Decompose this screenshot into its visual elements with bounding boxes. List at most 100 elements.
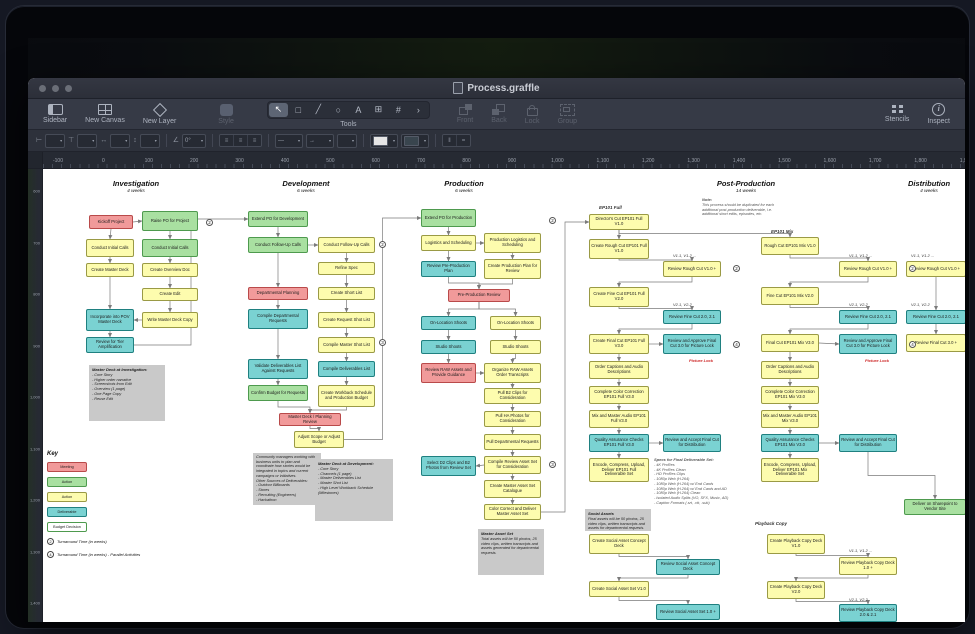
toolbar-sidebar-button[interactable]: Sidebar [34,99,76,129]
bold-button[interactable]: ‖ [443,135,457,146]
flow-node-overview[interactable]: Create Overview Doc [142,263,198,277]
flow-node-pullb2[interactable]: Pull B2 Clips for Consideration [484,388,541,404]
toolbar-group-button[interactable]: Group [549,99,586,129]
line-tool-button[interactable]: ╱ [309,103,328,117]
flow-node-captmix[interactable]: Order Captions and Audio Descriptions [761,361,819,379]
flow-node-finemix[interactable]: Fine Cut EP101 Mix V2.0 [761,287,819,305]
flow-node-audiofull[interactable]: Mix and Master Audio EP101 Full V3.0 [589,410,649,428]
flow-node-fu2[interactable]: Conduct Follow-Up Calls [318,237,375,253]
flow-node-logistics[interactable]: Logistics and Scheduling [421,235,476,251]
flow-node-compdept[interactable]: Compile Departmental Requests [248,309,308,329]
flow-node-deckreview[interactable]: Master Deck / Planning Review [279,413,341,426]
text-tool-button[interactable]: A [349,103,368,117]
flow-node-confbudget[interactable]: Confirm Budget for Requests [248,385,308,401]
height-stepper[interactable]: ▾ [140,134,160,148]
toolbar-new-canvas-button[interactable]: New Canvas [76,99,134,129]
flow-node-orgraw[interactable]: Organize RAW Assets Order Transcripts [484,363,541,383]
flow-node-finefull[interactable]: Create Fine Cut EP101 Full V2.0 [589,287,649,307]
flow-node-deptplan[interactable]: Departmental Planning [248,287,308,300]
flow-node-raisepo[interactable]: Raise PO for Project [142,211,198,231]
minimize-button[interactable] [52,85,59,92]
flow-node-pbdeck2[interactable]: Create Playback Copy Deck V2.0 [767,581,825,599]
flow-node-colorfull[interactable]: Complete Color Correction EP101 Full V3.… [589,386,649,404]
arrowhead-dropdown[interactable]: →▾ [306,134,334,148]
flow-node-adjust[interactable]: Adjust Scope or Adjust Budget [294,431,344,448]
fill-color-well[interactable]: ▾ [370,134,398,148]
window-titlebar[interactable]: Process.graffle [28,78,965,99]
flow-node-copy[interactable]: Write Master Deck Copy [142,312,198,328]
flow-node-pbrev1[interactable]: Review Playback Copy Deck 1.0 + [839,557,897,575]
flow-node-prodplan[interactable]: Create Production Plan for Review [484,259,541,279]
flow-node-validate[interactable]: Validate Deliverables List Against Reque… [248,359,308,379]
flow-node-onloc2[interactable]: On-Location Shoots [490,316,541,330]
align-center-button[interactable]: ≡ [234,135,248,146]
flow-node-dircut[interactable]: Director's Cut EP101 Full V1.0 [589,214,649,230]
stroke-color-well[interactable]: ▾ [401,134,429,148]
more-tools-button[interactable]: › [409,103,428,117]
flow-node-accdistmix[interactable]: Review and Accept Final Cut for Distribu… [839,434,897,452]
flow-node-revraw[interactable]: Review RAW Assets and Provide Guidance [421,363,476,383]
flow-node-select[interactable]: Select D2 Clips and B2 Photos from Revie… [421,456,476,476]
align-right-button[interactable]: ≡ [248,135,261,146]
flow-node-edit[interactable]: Create Edit [142,288,198,301]
flow-node-socconcept[interactable]: Create Social Asset Concept Deck [589,534,649,554]
flow-node-socrevset[interactable]: Review Social Asset Set 1.0 + [656,604,720,620]
artboard-tool-button[interactable]: ⊞ [369,103,388,117]
width-stepper[interactable]: ▾ [110,134,130,148]
flow-node-compdeliv[interactable]: Compile Deliverables List [318,361,375,377]
toolbar-style-button[interactable]: Style [209,99,243,129]
flow-node-appfinalmix[interactable]: Review and Approve Final Cut 3.0 for Pic… [839,334,897,354]
flow-node-studio1[interactable]: Studio Shoots [421,340,476,354]
flow-node-audiomix[interactable]: Mix and Master Audio EP101 Mix V3.0 [761,410,819,428]
flow-node-sharepoint[interactable]: Deliver on Sharepoint to Vendor Site [904,499,965,515]
flow-node-mastershot[interactable]: Compile Master Shot List [318,337,375,353]
flow-node-studio2[interactable]: Studio Shoots [490,340,541,354]
toolbar-lock-button[interactable]: Lock [516,99,549,129]
flow-node-shortlist[interactable]: Create Short List [318,287,375,300]
close-button[interactable] [39,85,46,92]
ruler-v[interactable]: 6007008009001,0001,1001,2001,3001,400 [28,169,43,622]
flow-node-revfinefull[interactable]: Review Fine Cut 2.0, 2.1 [663,310,721,324]
flow-node-revroughfull[interactable]: Review Rough Cut V1.0 + [663,261,721,277]
flow-node-finalfull[interactable]: Create Final Cut EP101 Full V3.0 [589,334,649,354]
flow-node-captfull[interactable]: Order Captions and Audio Descriptions [589,361,649,379]
flow-node-prodlog[interactable]: Production Logistics and Scheduling [484,233,541,253]
flow-node-pbrev2[interactable]: Review Playback Copy Deck 2.0 & 2.1 [839,604,897,622]
flow-node-onloc1[interactable]: On-Location Shoots [421,316,476,330]
flow-node-socset[interactable]: Create Social Asset Set V1.0 [589,581,649,597]
flow-node-accdistfull[interactable]: Review and Accept Final Cut for Distribu… [663,434,721,452]
toolbar-inspect-button[interactable]: Inspect [918,99,959,129]
y-position-stepper[interactable]: ▾ [77,134,97,148]
rotation-field[interactable]: 0°▾ [182,134,206,148]
toolbar-stencils-button[interactable]: Stencils [876,99,919,129]
stroke-width-dropdown[interactable]: ▾ [337,134,357,148]
flow-node-extpoprod[interactable]: Extend PO for Production [421,209,476,227]
flow-node-revroughmix[interactable]: Review Rough Cut V1.0 + [839,261,897,277]
toolbar-back-button[interactable]: Back [482,99,516,129]
flow-node-calls2[interactable]: Conduct Initial Calls [142,239,198,257]
flow-node-incorporate[interactable]: Incorporate into POV Master Deck [86,309,134,331]
flow-node-revfinemix[interactable]: Review Fine Cut 2.0, 2.1 [839,310,897,324]
flow-node-appfinalfull[interactable]: Review and Approve Final Cut 3.0 for Pic… [663,334,721,354]
flow-node-encodefull[interactable]: Encode, Compress, Upload, Deliver EP101 … [589,458,649,482]
flow-node-socrevconcept[interactable]: Review Social Asset Concept Deck [656,559,720,575]
flow-node-qamix[interactable]: Quality Assurance Checks EP101 Mix V3.0 [761,434,819,452]
flow-node-revpreprod[interactable]: Review Pre-Production Plan [421,261,476,277]
flow-node-extpodev[interactable]: Extend PO for Development [248,211,308,227]
flow-node-finalmix[interactable]: Final Cut EP101 Mix V3.0 [761,334,819,352]
flow-node-fu1[interactable]: Conduct Follow-Up Calls [248,237,308,253]
flow-node-pulldept[interactable]: Pull Departmental Requests [484,434,541,450]
flow-node-roughfull[interactable]: Create Rough Cut EP101 Full V1.0 [589,239,649,259]
flow-node-colorcorrect[interactable]: Color Correct and Deliver Master Asset S… [484,504,541,520]
align-left-button[interactable]: ≡ [220,135,234,146]
flow-node-roughmix[interactable]: Rough Cut EP101 Mix V1.0 [761,237,819,255]
flow-node-encodemix[interactable]: Encode, Compress, Upload, Deliver EP101 … [761,458,819,482]
stroke-style-dropdown[interactable]: —▾ [275,134,303,148]
toolbar-front-button[interactable]: Front [448,99,482,129]
flow-node-refine[interactable]: Refine Spec [318,262,375,275]
flow-node-pullha[interactable]: Pull HA Photos for Consideration [484,411,541,427]
flow-node-calls1[interactable]: Conduct Initial Calls [86,239,134,257]
shape-tool-button[interactable]: □ [289,103,308,117]
flow-node-tier[interactable]: Review for Tier Amplification [86,337,134,353]
flow-node-distfine[interactable]: Review Fine Cut 2.0, 2.1 [906,310,965,324]
